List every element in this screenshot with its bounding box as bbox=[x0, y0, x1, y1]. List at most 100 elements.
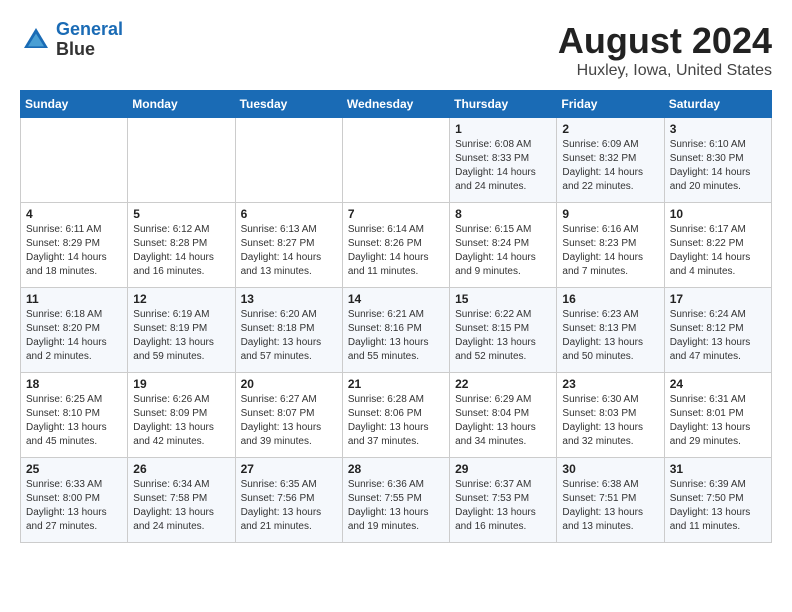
calendar-table: SundayMondayTuesdayWednesdayThursdayFrid… bbox=[20, 90, 772, 543]
day-info: Sunrise: 6:33 AM Sunset: 8:00 PM Dayligh… bbox=[26, 478, 122, 534]
day-number: 4 bbox=[26, 207, 122, 221]
day-info: Sunrise: 6:35 AM Sunset: 7:56 PM Dayligh… bbox=[241, 478, 337, 534]
weekday-header-tuesday: Tuesday bbox=[235, 91, 342, 118]
calendar-cell bbox=[235, 118, 342, 203]
day-info: Sunrise: 6:14 AM Sunset: 8:26 PM Dayligh… bbox=[348, 223, 444, 279]
day-info: Sunrise: 6:26 AM Sunset: 8:09 PM Dayligh… bbox=[133, 393, 229, 449]
day-number: 9 bbox=[562, 207, 658, 221]
day-number: 21 bbox=[348, 377, 444, 391]
calendar-cell: 3 Sunrise: 6:10 AM Sunset: 8:30 PM Daylig… bbox=[664, 118, 771, 203]
calendar-cell: 30 Sunrise: 6:38 AM Sunset: 7:51 PM Dayli… bbox=[557, 458, 664, 543]
weekday-header-thursday: Thursday bbox=[450, 91, 557, 118]
day-info: Sunrise: 6:37 AM Sunset: 7:53 PM Dayligh… bbox=[455, 478, 551, 534]
calendar-cell bbox=[21, 118, 128, 203]
calendar-cell: 11Sunrise: 6:18 AM Sunset: 8:20 PM Dayli… bbox=[21, 288, 128, 373]
month-year: August 2024 bbox=[558, 20, 772, 62]
calendar-cell: 13 Sunrise: 6:20 AM Sunset: 8:18 PM Dayli… bbox=[235, 288, 342, 373]
calendar-cell bbox=[342, 118, 449, 203]
weekday-header-monday: Monday bbox=[128, 91, 235, 118]
calendar-cell: 28 Sunrise: 6:36 AM Sunset: 7:55 PM Dayli… bbox=[342, 458, 449, 543]
calendar-cell: 29 Sunrise: 6:37 AM Sunset: 7:53 PM Dayli… bbox=[450, 458, 557, 543]
day-number: 19 bbox=[133, 377, 229, 391]
weekday-header-saturday: Saturday bbox=[664, 91, 771, 118]
day-number: 8 bbox=[455, 207, 551, 221]
calendar-cell: 10 Sunrise: 6:17 AM Sunset: 8:22 PM Dayli… bbox=[664, 203, 771, 288]
day-number: 6 bbox=[241, 207, 337, 221]
day-number: 30 bbox=[562, 462, 658, 476]
day-number: 24 bbox=[670, 377, 766, 391]
day-info: Sunrise: 6:36 AM Sunset: 7:55 PM Dayligh… bbox=[348, 478, 444, 534]
day-number: 23 bbox=[562, 377, 658, 391]
day-info: Sunrise: 6:08 AM Sunset: 8:33 PM Dayligh… bbox=[455, 138, 551, 194]
day-info: Sunrise: 6:11 AM Sunset: 8:29 PM Dayligh… bbox=[26, 223, 122, 279]
weekday-header-sunday: Sunday bbox=[21, 91, 128, 118]
day-number: 2 bbox=[562, 122, 658, 136]
day-info: Sunrise: 6:13 AM Sunset: 8:27 PM Dayligh… bbox=[241, 223, 337, 279]
calendar-cell: 16Sunrise: 6:23 AM Sunset: 8:13 PM Dayli… bbox=[557, 288, 664, 373]
calendar-cell: 24Sunrise: 6:31 AM Sunset: 8:01 PM Dayli… bbox=[664, 373, 771, 458]
day-number: 7 bbox=[348, 207, 444, 221]
day-info: Sunrise: 6:38 AM Sunset: 7:51 PM Dayligh… bbox=[562, 478, 658, 534]
day-number: 17 bbox=[670, 292, 766, 306]
day-number: 28 bbox=[348, 462, 444, 476]
day-number: 13 bbox=[241, 292, 337, 306]
calendar-cell: 25 Sunrise: 6:33 AM Sunset: 8:00 PM Dayli… bbox=[21, 458, 128, 543]
day-info: Sunrise: 6:28 AM Sunset: 8:06 PM Dayligh… bbox=[348, 393, 444, 449]
logo-text: General Blue bbox=[56, 20, 123, 60]
day-info: Sunrise: 6:27 AM Sunset: 8:07 PM Dayligh… bbox=[241, 393, 337, 449]
day-info: Sunrise: 6:16 AM Sunset: 8:23 PM Dayligh… bbox=[562, 223, 658, 279]
day-number: 5 bbox=[133, 207, 229, 221]
calendar-cell: 26Sunrise: 6:34 AM Sunset: 7:58 PM Dayli… bbox=[128, 458, 235, 543]
day-number: 15 bbox=[455, 292, 551, 306]
day-info: Sunrise: 6:39 AM Sunset: 7:50 PM Dayligh… bbox=[670, 478, 766, 534]
day-info: Sunrise: 6:20 AM Sunset: 8:18 PM Dayligh… bbox=[241, 308, 337, 364]
calendar-cell: 14 Sunrise: 6:21 AM Sunset: 8:16 PM Dayli… bbox=[342, 288, 449, 373]
day-info: Sunrise: 6:24 AM Sunset: 8:12 PM Dayligh… bbox=[670, 308, 766, 364]
day-number: 18 bbox=[26, 377, 122, 391]
day-number: 22 bbox=[455, 377, 551, 391]
day-number: 27 bbox=[241, 462, 337, 476]
calendar-cell: 27 Sunrise: 6:35 AM Sunset: 7:56 PM Dayli… bbox=[235, 458, 342, 543]
day-info: Sunrise: 6:09 AM Sunset: 8:32 PM Dayligh… bbox=[562, 138, 658, 194]
day-info: Sunrise: 6:30 AM Sunset: 8:03 PM Dayligh… bbox=[562, 393, 658, 449]
logo: General Blue bbox=[20, 20, 123, 60]
day-number: 10 bbox=[670, 207, 766, 221]
day-info: Sunrise: 6:22 AM Sunset: 8:15 PM Dayligh… bbox=[455, 308, 551, 364]
calendar-cell: 9 Sunrise: 6:16 AM Sunset: 8:23 PM Daylig… bbox=[557, 203, 664, 288]
calendar-cell bbox=[128, 118, 235, 203]
day-info: Sunrise: 6:25 AM Sunset: 8:10 PM Dayligh… bbox=[26, 393, 122, 449]
calendar-cell: 6 Sunrise: 6:13 AM Sunset: 8:27 PM Daylig… bbox=[235, 203, 342, 288]
location: Huxley, Iowa, United States bbox=[558, 62, 772, 80]
day-number: 16 bbox=[562, 292, 658, 306]
calendar-cell: 2 Sunrise: 6:09 AM Sunset: 8:32 PM Daylig… bbox=[557, 118, 664, 203]
day-number: 25 bbox=[26, 462, 122, 476]
calendar-cell: 22Sunrise: 6:29 AM Sunset: 8:04 PM Dayli… bbox=[450, 373, 557, 458]
calendar-cell: 7 Sunrise: 6:14 AM Sunset: 8:26 PM Daylig… bbox=[342, 203, 449, 288]
day-info: Sunrise: 6:19 AM Sunset: 8:19 PM Dayligh… bbox=[133, 308, 229, 364]
day-info: Sunrise: 6:21 AM Sunset: 8:16 PM Dayligh… bbox=[348, 308, 444, 364]
calendar-cell: 12Sunrise: 6:19 AM Sunset: 8:19 PM Dayli… bbox=[128, 288, 235, 373]
day-number: 20 bbox=[241, 377, 337, 391]
day-info: Sunrise: 6:10 AM Sunset: 8:30 PM Dayligh… bbox=[670, 138, 766, 194]
calendar-cell: 8 Sunrise: 6:15 AM Sunset: 8:24 PM Daylig… bbox=[450, 203, 557, 288]
title-block: August 2024 Huxley, Iowa, United States bbox=[558, 20, 772, 80]
calendar-cell: 15 Sunrise: 6:22 AM Sunset: 8:15 PM Dayli… bbox=[450, 288, 557, 373]
calendar-cell: 5 Sunrise: 6:12 AM Sunset: 8:28 PM Daylig… bbox=[128, 203, 235, 288]
calendar-cell: 23 Sunrise: 6:30 AM Sunset: 8:03 PM Dayli… bbox=[557, 373, 664, 458]
day-info: Sunrise: 6:15 AM Sunset: 8:24 PM Dayligh… bbox=[455, 223, 551, 279]
day-number: 14 bbox=[348, 292, 444, 306]
day-number: 11 bbox=[26, 292, 122, 306]
day-number: 31 bbox=[670, 462, 766, 476]
calendar-cell: 1 Sunrise: 6:08 AM Sunset: 8:33 PM Daylig… bbox=[450, 118, 557, 203]
day-info: Sunrise: 6:12 AM Sunset: 8:28 PM Dayligh… bbox=[133, 223, 229, 279]
day-number: 3 bbox=[670, 122, 766, 136]
day-info: Sunrise: 6:34 AM Sunset: 7:58 PM Dayligh… bbox=[133, 478, 229, 534]
day-info: Sunrise: 6:17 AM Sunset: 8:22 PM Dayligh… bbox=[670, 223, 766, 279]
calendar-cell: 31 Sunrise: 6:39 AM Sunset: 7:50 PM Dayli… bbox=[664, 458, 771, 543]
day-number: 29 bbox=[455, 462, 551, 476]
calendar-cell: 4 Sunrise: 6:11 AM Sunset: 8:29 PM Daylig… bbox=[21, 203, 128, 288]
calendar-cell: 19 Sunrise: 6:26 AM Sunset: 8:09 PM Dayli… bbox=[128, 373, 235, 458]
calendar-cell: 18 Sunrise: 6:25 AM Sunset: 8:10 PM Dayli… bbox=[21, 373, 128, 458]
logo-icon bbox=[20, 24, 52, 56]
day-number: 1 bbox=[455, 122, 551, 136]
